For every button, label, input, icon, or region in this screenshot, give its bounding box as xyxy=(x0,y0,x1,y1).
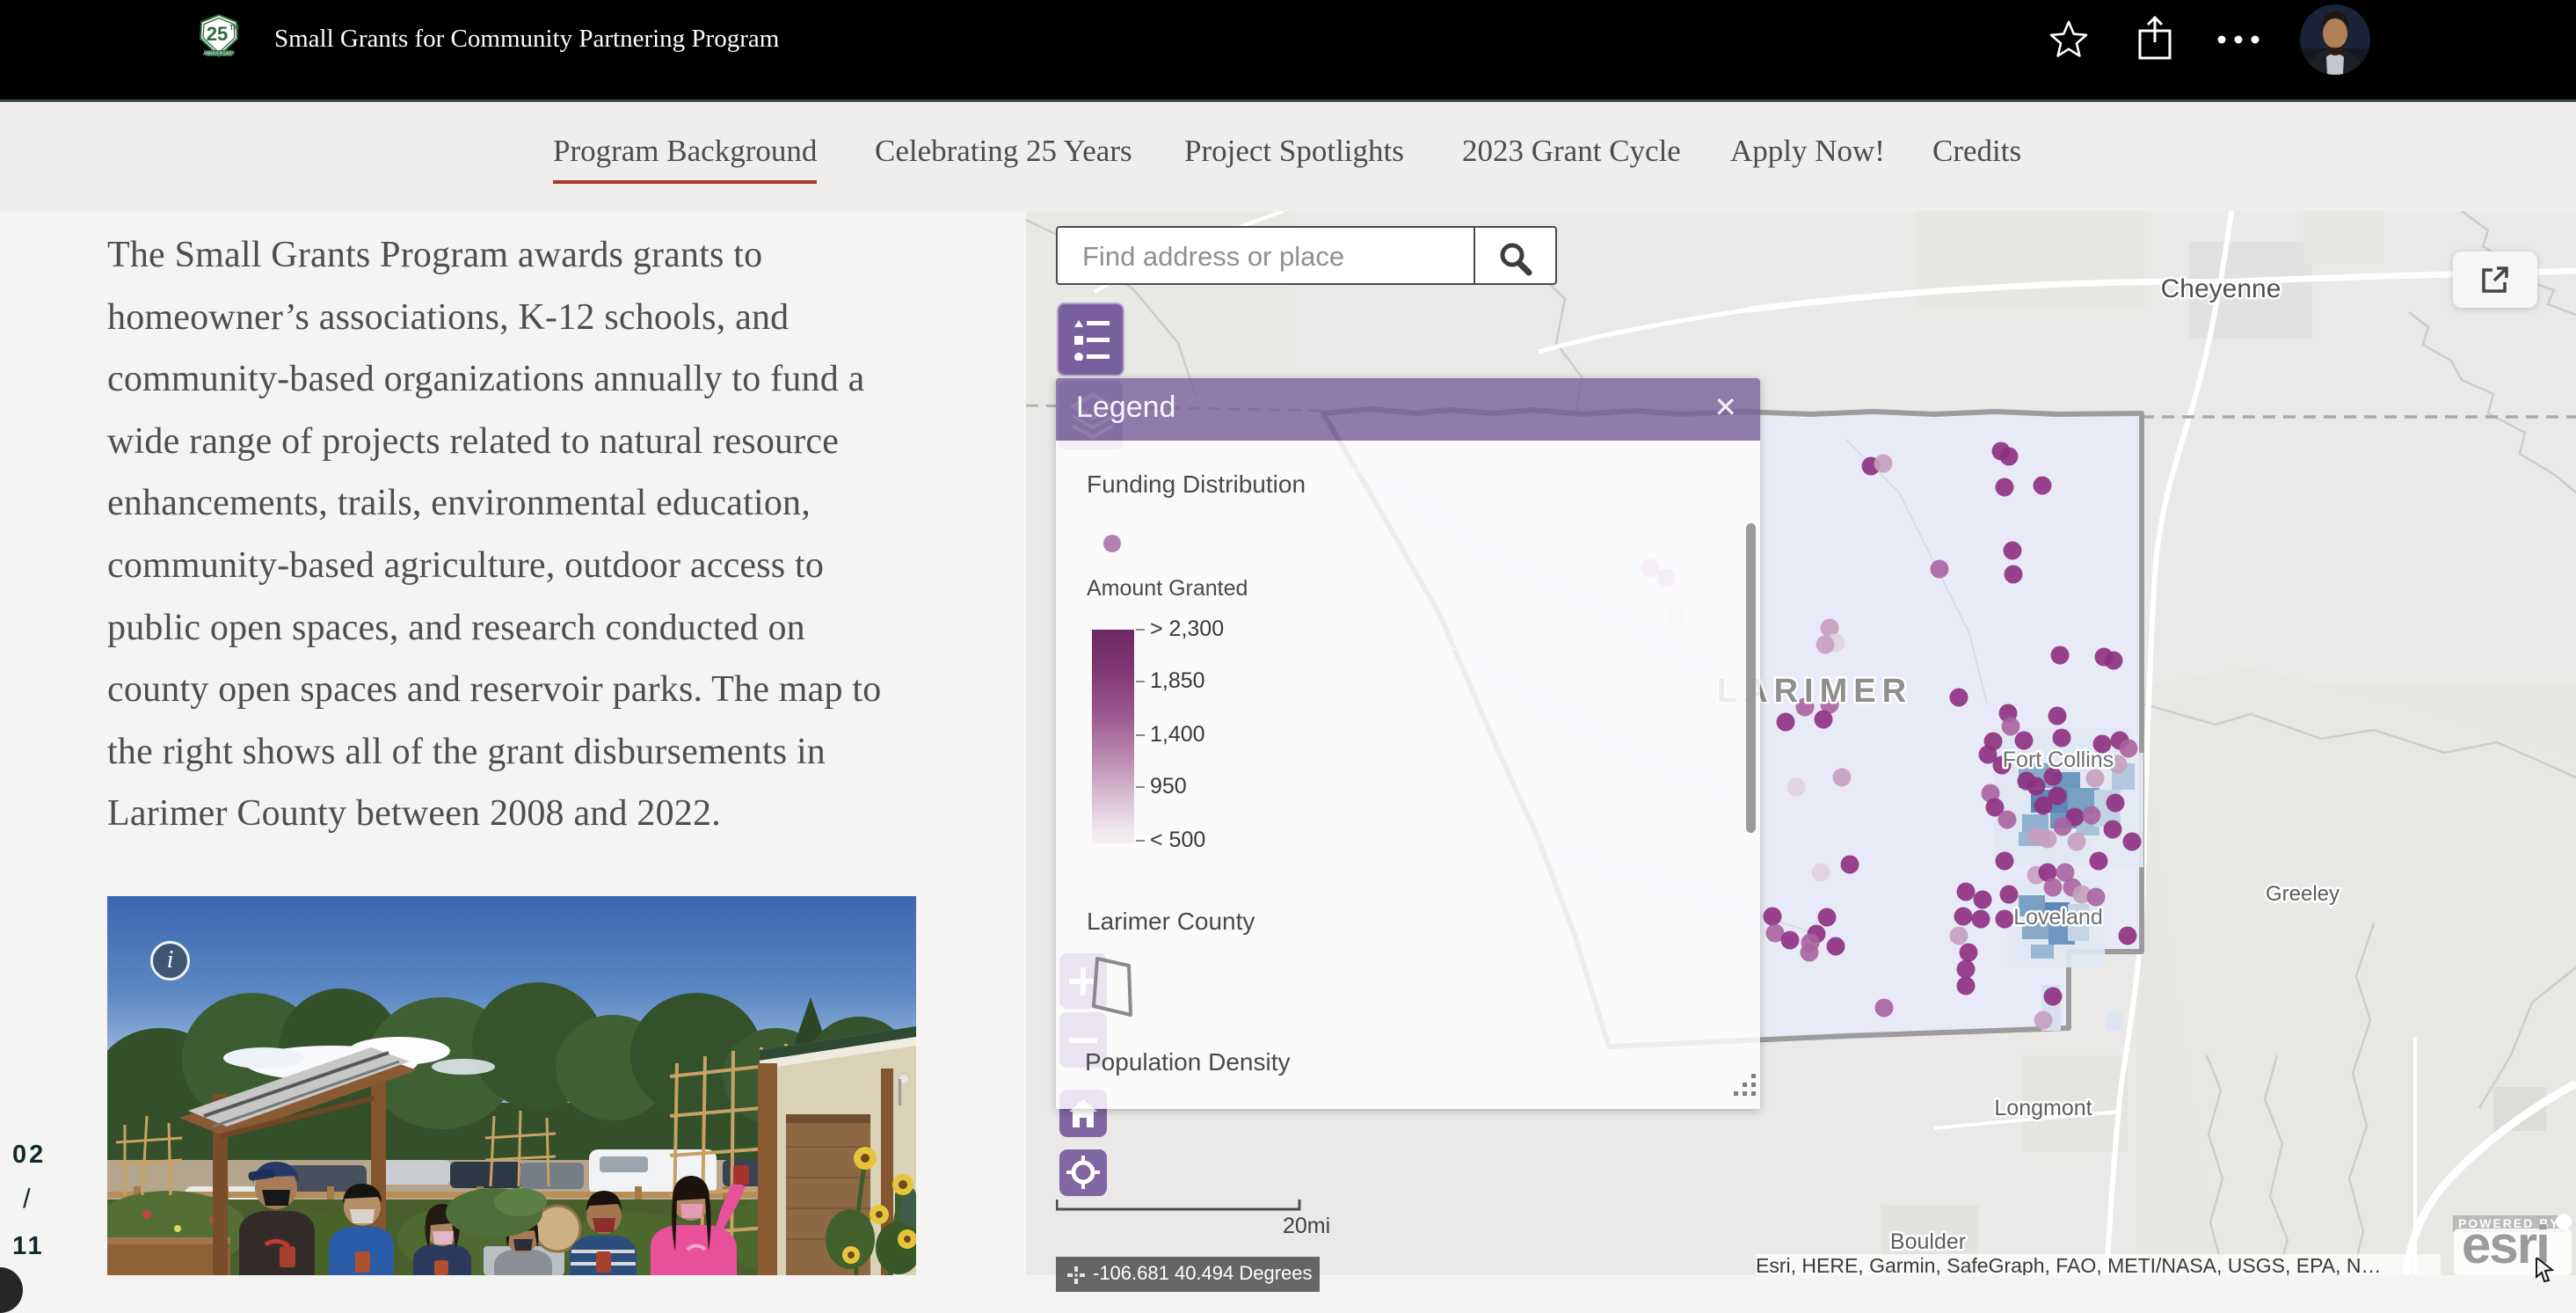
svg-text:Cheyenne: Cheyenne xyxy=(2161,274,2281,303)
svg-text:ANNIVERSARY: ANNIVERSARY xyxy=(203,52,235,57)
svg-text:Fort Collins: Fort Collins xyxy=(2003,748,2114,772)
svg-text:Boulder: Boulder xyxy=(1890,1229,1966,1254)
svg-text:Greeley: Greeley xyxy=(2266,882,2340,906)
svg-text:25: 25 xyxy=(207,23,228,45)
svg-text:20mi: 20mi xyxy=(1283,1214,1330,1238)
svg-text:Loveland: Loveland xyxy=(2013,905,2102,930)
svg-text:TH: TH xyxy=(229,24,239,32)
svg-text:Longmont: Longmont xyxy=(1994,1096,2092,1120)
